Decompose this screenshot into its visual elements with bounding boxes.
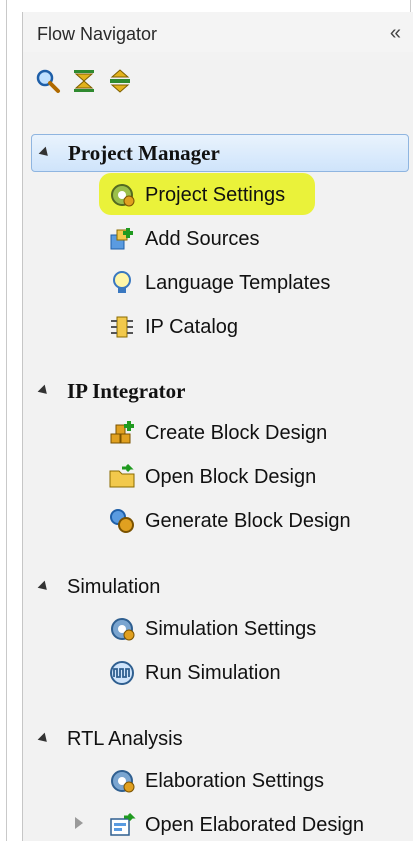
collapse-arrow-icon[interactable] [37,580,51,594]
nav-item-label: IP Catalog [145,315,239,338]
section-label: IP Integrator [67,378,186,403]
settings-gear-icon [107,766,137,796]
nav-item-label: Open Elaborated Design [145,813,365,836]
section-rtl-analysis[interactable]: RTL Analysis [31,720,409,758]
collapse-arrow-icon[interactable] [37,384,51,398]
expand-arrow-icon[interactable] [75,817,83,829]
section-label: Simulation [67,575,161,598]
nav-item-elaboration-settings[interactable]: Elaboration Settings [107,764,324,798]
nav-item-open-block-design[interactable]: Open Block Design [107,460,316,494]
collapse-arrow-icon[interactable] [37,732,51,746]
panel-title: Flow Navigator [37,24,158,44]
nav-item-ip-catalog[interactable]: IP Catalog [107,310,238,344]
nav-item-create-block-design[interactable]: Create Block Design [107,416,327,450]
nav-item-label: Generate Block Design [145,509,351,532]
flow-navigator-panel: Flow Navigator « Project Manager Project… [22,12,413,841]
nav-item-open-elaborated-design[interactable]: Open Elaborated Design [107,808,364,842]
nav-item-language-templates[interactable]: Language Templates [107,266,330,300]
open-design-icon [107,810,137,840]
search-icon[interactable] [35,68,61,94]
panel-header: Flow Navigator « [23,12,413,52]
collapse-all-icon[interactable] [71,68,97,94]
nav-item-label: Run Simulation [145,661,281,684]
collapse-panel-button[interactable]: « [390,22,401,45]
nav-item-generate-block-design[interactable]: Generate Block Design [107,504,351,538]
section-simulation[interactable]: Simulation [31,568,409,606]
ip-chip-icon [107,312,137,342]
collapse-arrow-icon[interactable] [38,146,52,160]
add-sources-icon [107,224,137,254]
nav-item-label: Open Block Design [145,465,317,488]
nav-item-label: Language Templates [145,271,331,294]
nav-item-label: Elaboration Settings [145,769,325,792]
nav-item-label: Simulation Settings [145,617,317,640]
section-label: Project Manager [68,140,220,165]
nav-item-label: Create Block Design [145,421,328,444]
nav-item-label: Add Sources [145,227,260,250]
settings-gear-icon [107,614,137,644]
create-block-design-icon [107,418,137,448]
expand-all-icon[interactable] [107,68,133,94]
navigator-toolbar [35,64,133,98]
section-ip-integrator[interactable]: IP Integrator [31,372,409,410]
nav-item-run-simulation[interactable]: Run Simulation [107,656,281,690]
nav-item-label: Project Settings [145,183,286,206]
open-folder-icon [107,462,137,492]
nav-item-add-sources[interactable]: Add Sources [107,222,260,256]
generate-gears-icon [107,506,137,536]
lightbulb-icon [107,268,137,298]
nav-item-simulation-settings[interactable]: Simulation Settings [107,612,316,646]
section-project-manager[interactable]: Project Manager [31,134,409,172]
settings-gear-icon [107,180,137,210]
section-label: RTL Analysis [67,727,183,750]
waveform-icon [107,658,137,688]
nav-item-project-settings[interactable]: Project Settings [107,178,285,212]
